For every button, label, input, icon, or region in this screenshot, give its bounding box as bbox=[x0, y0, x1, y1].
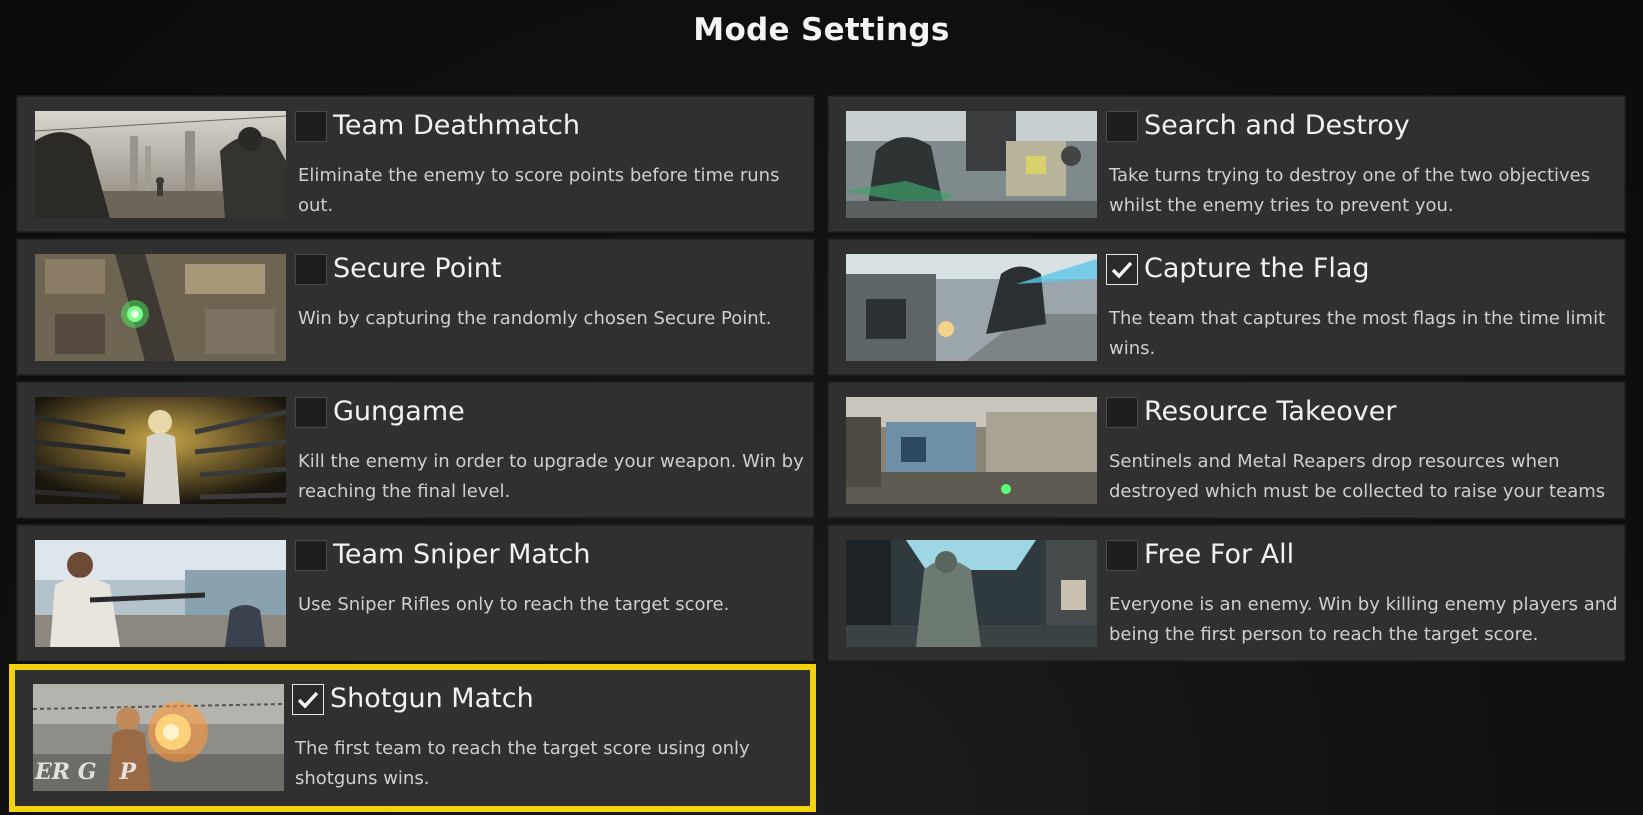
mode-name: Search and Destroy bbox=[1144, 110, 1410, 141]
mode-thumbnail-team-sniper-match bbox=[35, 540, 286, 647]
mode-name: Free For All bbox=[1144, 539, 1295, 570]
mode-description: The team that captures the most flags in… bbox=[1109, 308, 1606, 359]
mode-card-secure-point[interactable]: Secure Point Win by capturing the random… bbox=[17, 239, 814, 375]
page-title: Mode Settings bbox=[693, 12, 950, 48]
checkmark-icon bbox=[1111, 261, 1133, 279]
mode-checkbox-team-sniper-match[interactable] bbox=[295, 540, 327, 571]
mode-checkbox-shotgun-match[interactable] bbox=[292, 684, 324, 715]
mode-thumbnail-free-for-all bbox=[846, 540, 1097, 647]
mode-description: Take turns trying to destroy one of the … bbox=[1109, 165, 1591, 216]
mode-checkbox-free-for-all[interactable] bbox=[1106, 540, 1138, 571]
mode-name: Gungame bbox=[333, 396, 465, 427]
mode-checkbox-capture-the-flag[interactable] bbox=[1106, 254, 1138, 285]
mode-thumbnail-shotgun-match: ER G P bbox=[33, 684, 284, 791]
mode-description: Eliminate the enemy to score points befo… bbox=[298, 165, 780, 216]
mode-name: Secure Point bbox=[333, 253, 502, 284]
mode-thumbnail-secure-point bbox=[35, 254, 286, 361]
mode-checkbox-secure-point[interactable] bbox=[295, 254, 327, 285]
mode-card-shotgun-match[interactable]: ER G P Shotgun Match The first team to r… bbox=[9, 664, 816, 812]
mode-card-team-deathmatch[interactable]: Team Deathmatch Eliminate the enemy to s… bbox=[17, 96, 814, 232]
mode-name: Capture the Flag bbox=[1144, 253, 1370, 284]
mode-card-capture-the-flag[interactable]: Capture the Flag The team that captures … bbox=[828, 239, 1625, 375]
mode-name: Resource Takeover bbox=[1144, 396, 1397, 427]
mode-description: Use Sniper Rifles only to reach the targ… bbox=[298, 594, 730, 615]
mode-name: Team Deathmatch bbox=[333, 110, 580, 141]
mode-checkbox-resource-takeover[interactable] bbox=[1106, 397, 1138, 428]
mode-thumbnail-search-and-destroy bbox=[846, 111, 1097, 218]
mode-thumbnail-team-deathmatch bbox=[35, 111, 286, 218]
mode-thumbnail-resource-takeover bbox=[846, 397, 1097, 504]
mode-card-search-and-destroy[interactable]: Search and Destroy Take turns trying to … bbox=[828, 96, 1625, 232]
mode-checkbox-search-and-destroy[interactable] bbox=[1106, 111, 1138, 142]
mode-card-resource-takeover[interactable]: Resource Takeover Sentinels and Metal Re… bbox=[828, 382, 1625, 518]
mode-thumbnail-gungame bbox=[35, 397, 286, 504]
mode-description: Kill the enemy in order to upgrade your … bbox=[298, 451, 804, 502]
mode-description: The first team to reach the target score… bbox=[295, 738, 750, 789]
mode-settings-screen: Mode Settings Team Deathmatch Eliminate … bbox=[0, 0, 1643, 815]
mode-description: Everyone is an enemy. Win by killing ene… bbox=[1109, 594, 1618, 645]
mode-name: Team Sniper Match bbox=[333, 539, 591, 570]
mode-description: Sentinels and Metal Reapers drop resourc… bbox=[1109, 451, 1606, 502]
mode-card-free-for-all[interactable]: Free For All Everyone is an enemy. Win b… bbox=[828, 525, 1625, 661]
mode-description: Win by capturing the randomly chosen Sec… bbox=[298, 308, 772, 329]
mode-name: Shotgun Match bbox=[330, 683, 534, 714]
mode-checkbox-team-deathmatch[interactable] bbox=[295, 111, 327, 142]
mode-card-gungame[interactable]: Gungame Kill the enemy in order to upgra… bbox=[17, 382, 814, 518]
mode-checkbox-gungame[interactable] bbox=[295, 397, 327, 428]
mode-thumbnail-capture-the-flag bbox=[846, 254, 1097, 361]
mode-card-team-sniper-match[interactable]: Team Sniper Match Use Sniper Rifles only… bbox=[17, 525, 814, 661]
thumbnail-caption: ER G P bbox=[35, 759, 137, 785]
checkmark-icon bbox=[297, 691, 319, 709]
